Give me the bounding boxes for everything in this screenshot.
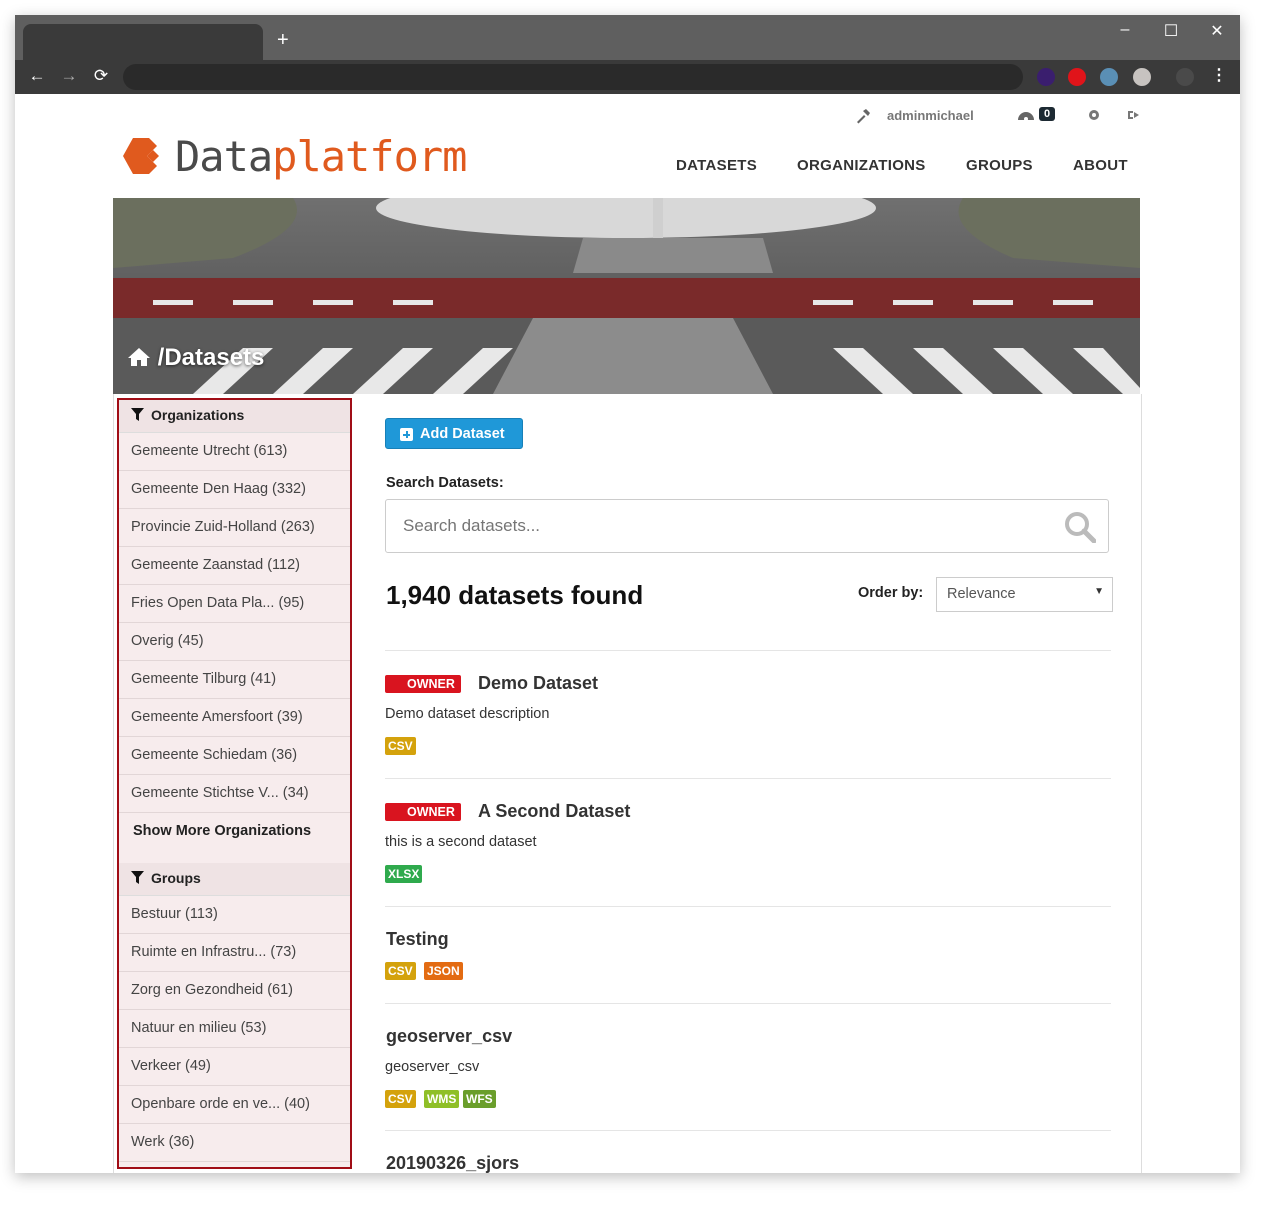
search-label: Search Datasets: (386, 475, 504, 491)
dataset-title-link[interactable]: Testing (386, 929, 449, 950)
new-tab-button[interactable]: + (277, 29, 289, 52)
add-dataset-button[interactable]: Add Dataset (385, 418, 523, 449)
groups-list: Bestuur (113) Ruimte en Infrastru... (73)… (119, 896, 350, 1162)
filter-icon (131, 871, 144, 884)
result-divider (385, 906, 1111, 907)
dataset-description: Demo dataset description (385, 706, 550, 722)
hammer-icon[interactable] (855, 108, 871, 127)
browser-menu-icon[interactable]: ⋮ (1211, 65, 1227, 85)
organization-facet-item[interactable]: Gemeente Stichtse V... (34) (119, 775, 350, 813)
nav-about[interactable]: ABOUT (1073, 157, 1128, 174)
dataset-description: geoserver_csv (385, 1059, 480, 1075)
group-facet-item[interactable]: Verkeer (49) (119, 1048, 350, 1086)
maximize-button[interactable]: ☐ (1151, 21, 1191, 41)
organization-facet-item[interactable]: Gemeente Utrecht (613) (119, 433, 350, 471)
logout-icon[interactable] (1127, 108, 1141, 125)
organization-facet-item[interactable]: Gemeente Schiedam (36) (119, 737, 350, 775)
format-badge-json[interactable]: JSON (424, 962, 463, 980)
format-badge-csv[interactable]: CSV (385, 962, 416, 980)
organization-facet-item[interactable]: Gemeente Den Haag (332) (119, 471, 350, 509)
dataset-title-link[interactable]: A Second Dataset (478, 801, 630, 822)
organizations-list: Gemeente Utrecht (613) Gemeente Den Haag … (119, 433, 350, 813)
hero-image (113, 198, 1140, 394)
organization-facet-item[interactable]: Fries Open Data Pla... (95) (119, 585, 350, 623)
extension-2-icon[interactable] (1068, 68, 1086, 86)
organization-facet-item[interactable]: Gemeente Tilburg (41) (119, 661, 350, 699)
format-badge-xlsx[interactable]: XLSX (385, 865, 423, 883)
extension-3-icon[interactable] (1100, 68, 1118, 86)
logo-icon (123, 138, 159, 174)
nav-organizations[interactable]: ORGANIZATIONS (797, 157, 926, 174)
show-more-organizations-link[interactable]: Show More Organizations (119, 813, 350, 863)
close-window-button[interactable]: ✕ (1197, 21, 1237, 41)
profile-avatar[interactable] (1176, 68, 1194, 86)
back-button[interactable]: ← (25, 66, 49, 86)
group-facet-item[interactable]: Bestuur (113) (119, 896, 350, 934)
result-divider (385, 1003, 1111, 1004)
filter-icon (131, 408, 144, 421)
group-facet-item[interactable]: Zorg en Gezondheid (61) (119, 972, 350, 1010)
notifications-badge[interactable]: 0 (1039, 107, 1056, 121)
minimize-button[interactable]: – (1105, 21, 1145, 39)
facet-groups-header: Groups (119, 863, 350, 896)
breadcrumb-current[interactable]: Datasets (164, 344, 264, 371)
logo-text: Dataplatform (175, 132, 467, 181)
dataset-title-link[interactable]: Demo Dataset (478, 673, 598, 694)
organization-facet-item[interactable]: Gemeente Zaanstad (112) (119, 547, 350, 585)
dataset-title-link[interactable]: 20190326_sjors (386, 1153, 519, 1173)
dataset-description: this is a second dataset (385, 834, 537, 850)
facet-sidebar: Organizations Gemeente Utrecht (613) Geme… (117, 398, 352, 1169)
result-divider (385, 650, 1111, 651)
results-count: 1,940 datasets found (386, 580, 644, 610)
order-by-label: Order by: (858, 585, 924, 601)
page: adminmichael 0 Dataplatform DATASETS ORG… (15, 94, 1240, 1173)
group-facet-item[interactable]: Openbare orde en ve... (40) (119, 1086, 350, 1124)
browser-window: + – ☐ ✕ ← → ⟳ ⋮ adminmichael 0 Dataplatf… (15, 15, 1240, 1173)
browser-titlebar: + – ☐ ✕ (15, 15, 1240, 60)
result-divider (385, 1130, 1111, 1131)
search-input[interactable] (385, 499, 1109, 553)
address-bar[interactable] (123, 64, 1023, 90)
owner-badge: OWNER (385, 803, 461, 821)
dataset-title-link[interactable]: geoserver_csv (386, 1026, 512, 1047)
nav-datasets[interactable]: DATASETS (676, 157, 757, 174)
group-facet-item[interactable]: Ruimte en Infrastru... (73) (119, 934, 350, 972)
gear-icon[interactable] (1087, 108, 1101, 125)
forward-button[interactable]: → (57, 66, 81, 86)
extension-4-icon[interactable] (1133, 68, 1151, 86)
owner-badge: OWNER (385, 675, 461, 693)
breadcrumb: /Datasets (127, 344, 264, 372)
search-icon[interactable] (1064, 511, 1096, 543)
username-link[interactable]: adminmichael (887, 108, 974, 123)
format-badge-csv[interactable]: CSV (385, 737, 416, 755)
browser-tab[interactable] (23, 24, 263, 60)
organization-facet-item[interactable]: Provincie Zuid-Holland (263) (119, 509, 350, 547)
format-badge-wms[interactable]: WMS (424, 1090, 460, 1108)
order-by-select[interactable]: Relevance ▼ (936, 577, 1113, 612)
group-facet-item[interactable]: Werk (36) (119, 1124, 350, 1162)
hero-banner: /Datasets (113, 198, 1140, 394)
caret-down-icon: ▼ (1094, 586, 1104, 597)
plus-square-icon (400, 428, 413, 441)
nav-groups[interactable]: GROUPS (966, 157, 1033, 174)
facet-organizations-header: Organizations (119, 400, 350, 433)
extension-1-icon[interactable] (1037, 68, 1055, 86)
format-badge-wfs[interactable]: WFS (463, 1090, 496, 1108)
reload-button[interactable]: ⟳ (89, 66, 113, 86)
format-badge-csv[interactable]: CSV (385, 1090, 416, 1108)
organization-facet-item[interactable]: Overig (45) (119, 623, 350, 661)
dashboard-icon[interactable] (1017, 108, 1035, 125)
group-facet-item[interactable]: Natuur en milieu (53) (119, 1010, 350, 1048)
organization-facet-item[interactable]: Gemeente Amersfoort (39) (119, 699, 350, 737)
browser-toolbar: ← → ⟳ ⋮ (15, 60, 1240, 94)
result-divider (385, 778, 1111, 779)
home-icon[interactable] (127, 347, 151, 367)
